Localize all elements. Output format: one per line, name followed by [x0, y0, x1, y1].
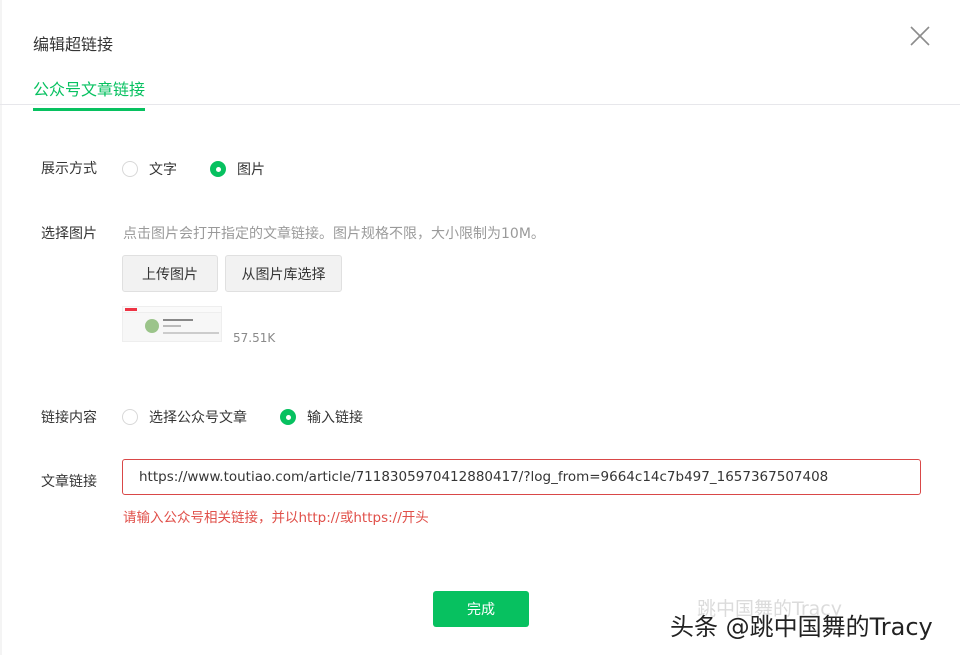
radio-circle	[122, 161, 138, 177]
done-button[interactable]: 完成	[433, 591, 529, 627]
thumbnail-header	[123, 307, 221, 313]
radio-text-label: 文字	[149, 162, 177, 178]
close-icon[interactable]	[906, 22, 934, 50]
radio-enter-link[interactable]: 输入链接	[280, 407, 363, 427]
thumbnail-logo	[125, 308, 137, 311]
thumbnail-line	[163, 332, 219, 334]
display-mode-label: 展示方式	[41, 161, 97, 177]
tab-article-link[interactable]: 公众号文章链接	[33, 76, 146, 111]
radio-circle-selected	[280, 409, 296, 425]
thumbnail-line	[163, 325, 181, 327]
thumbnail-avatar	[145, 319, 159, 333]
image-select-label: 选择图片	[41, 226, 97, 242]
dialog-title: 编辑超链接	[33, 35, 114, 54]
link-error-message: 请输入公众号相关链接，并以http://或https://开头	[123, 510, 429, 526]
radio-choose-article-label: 选择公众号文章	[149, 410, 247, 426]
link-content-label: 链接内容	[41, 410, 97, 426]
radio-enter-link-label: 输入链接	[307, 410, 363, 426]
radio-circle-selected	[210, 161, 226, 177]
radio-image[interactable]: 图片	[210, 159, 265, 179]
image-hint: 点击图片会打开指定的文章链接。图片规格不限，大小限制为10M。	[123, 226, 545, 242]
edit-hyperlink-dialog: 编辑超链接 公众号文章链接 展示方式 文字 图片 选择图片 点击图片会打开指定的…	[0, 0, 960, 655]
thumbnail-line	[163, 319, 193, 321]
radio-circle	[122, 409, 138, 425]
article-link-label: 文章链接	[41, 474, 97, 490]
image-file-size: 57.51K	[233, 331, 276, 345]
article-link-input[interactable]	[122, 459, 921, 495]
image-library-button[interactable]: 从图片库选择	[225, 255, 342, 292]
image-thumbnail[interactable]	[122, 306, 222, 342]
tab-bar: 公众号文章链接	[0, 64, 960, 111]
radio-image-label: 图片	[237, 162, 265, 178]
watermark-text: 头条 @跳中国舞的Tracy	[670, 613, 933, 641]
upload-image-button[interactable]: 上传图片	[122, 255, 218, 292]
radio-text[interactable]: 文字	[122, 159, 177, 179]
radio-choose-article[interactable]: 选择公众号文章	[122, 407, 247, 427]
